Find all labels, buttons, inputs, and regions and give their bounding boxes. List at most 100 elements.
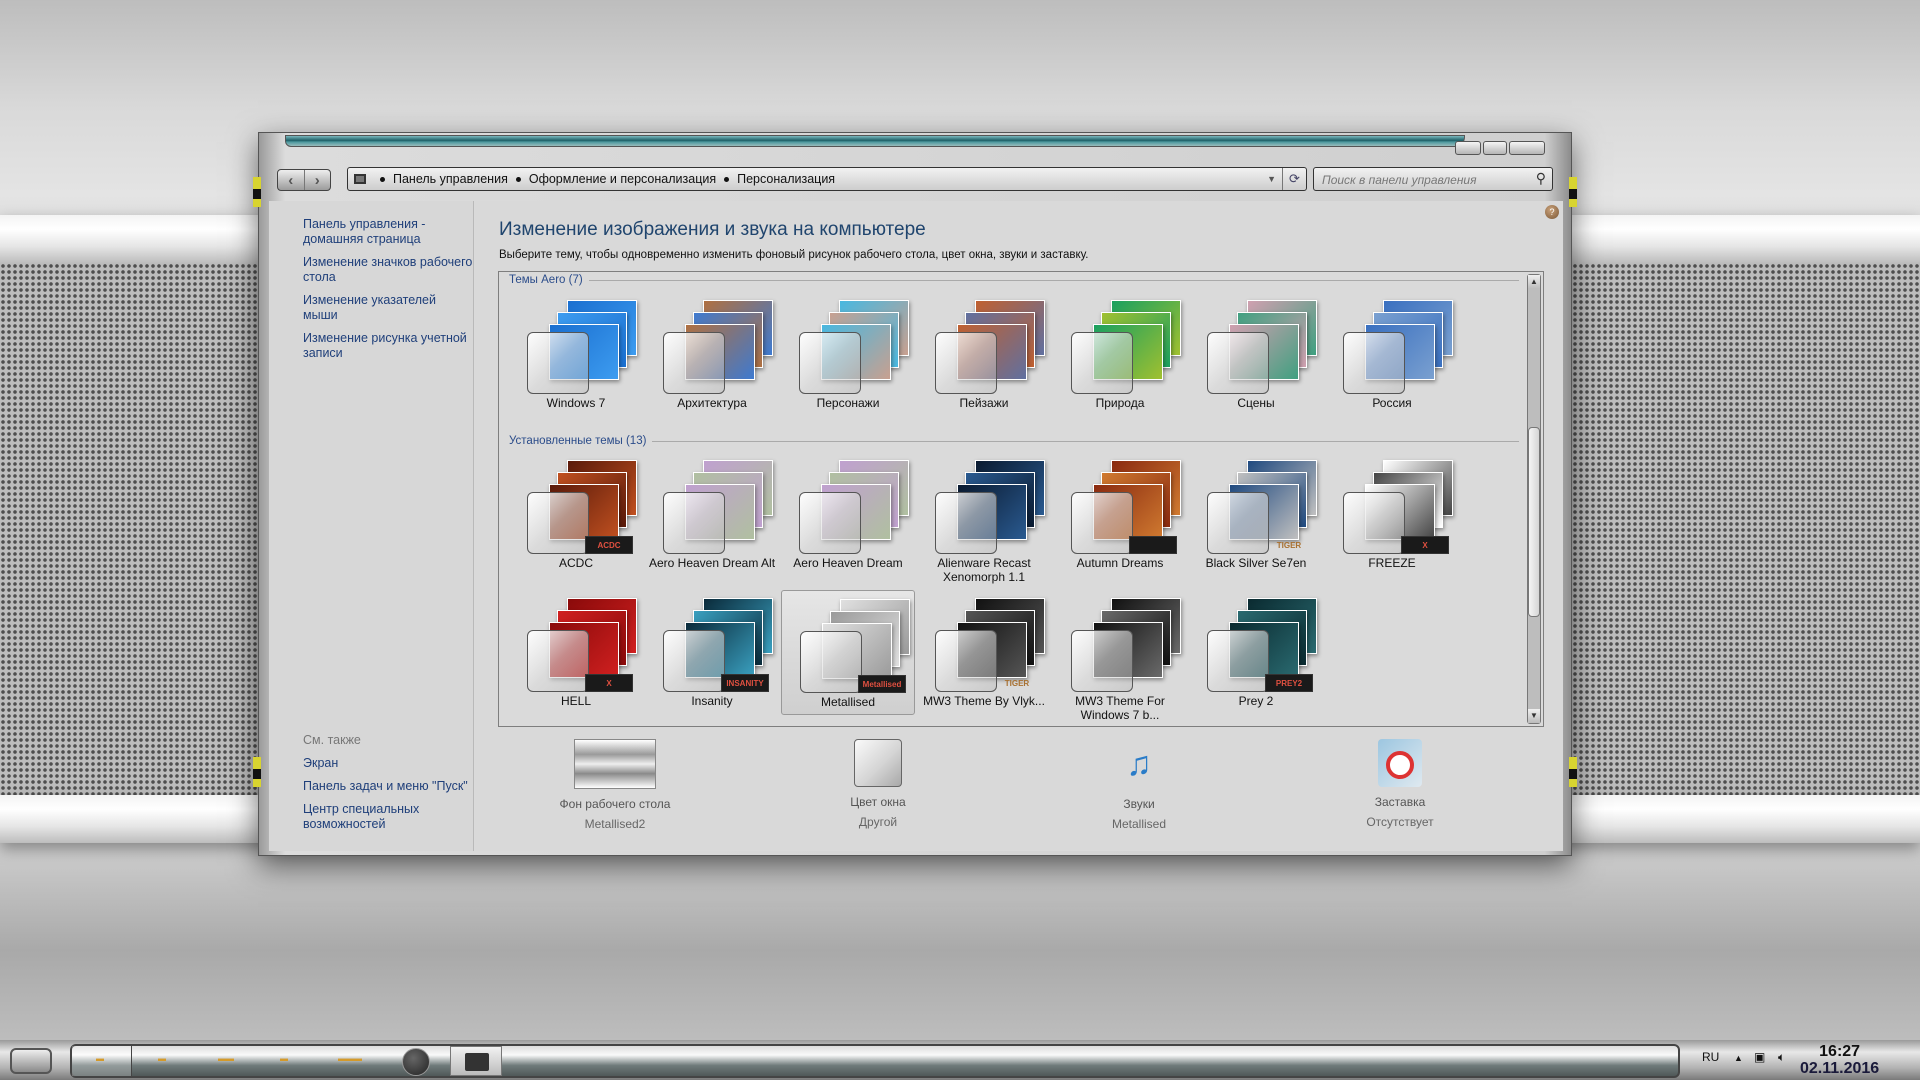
theme-name: Персонажи <box>816 396 880 410</box>
theme-name: Россия <box>1372 396 1412 410</box>
theme-badge: TIGER <box>1276 540 1302 550</box>
window-color-swatch <box>527 630 589 692</box>
breadcrumb-control-panel[interactable]: Панель управления <box>393 172 508 186</box>
theme-name: Metallised <box>820 695 876 709</box>
theme-item[interactable]: TIGER MW3 Theme By Vlyk... <box>917 590 1051 715</box>
taskbar-app-control-panel[interactable] <box>450 1046 502 1076</box>
clock-time: 16:27 <box>1819 1043 1861 1060</box>
close-button[interactable] <box>1509 141 1545 155</box>
theme-name: Aero Heaven Dream <box>793 556 903 570</box>
maximize-button[interactable] <box>1483 141 1507 155</box>
minimize-button[interactable] <box>1455 141 1481 155</box>
see-also-taskbar[interactable]: Панель задач и меню "Пуск" <box>303 779 473 794</box>
theme-item[interactable]: Alienware Recast Xenomorph 1.1 <box>917 452 1051 584</box>
back-button[interactable]: ‹ <box>278 170 304 190</box>
theme-item[interactable]: Aero Heaven Dream <box>781 452 915 577</box>
theme-preview: Metallised <box>800 599 910 693</box>
theme-name: HELL <box>560 694 592 708</box>
theme-item[interactable]: TIGER Black Silver Se7en <box>1189 452 1323 577</box>
sidebar-link-home[interactable]: Панель управления - домашняя страница <box>303 217 473 247</box>
theme-item[interactable]: X FREEZE <box>1325 452 1459 577</box>
help-icon[interactable]: ? <box>1545 205 1559 219</box>
window-color-swatch <box>935 630 997 692</box>
page-subtitle: Выберите тему, чтобы одновременно измени… <box>499 249 1089 261</box>
screensaver-setting[interactable]: Заставка Отсутствует <box>1310 739 1490 829</box>
theme-item[interactable]: Сцены <box>1189 292 1323 417</box>
nav-buttons: ‹ › <box>277 169 331 191</box>
theme-item[interactable]: MW3 Theme For Windows 7 b... <box>1053 590 1187 722</box>
sidebar: Панель управления - домашняя страница Из… <box>269 201 474 851</box>
theme-name: MW3 Theme By Vlyk... <box>923 694 1045 708</box>
theme-item[interactable]: Природа <box>1053 292 1187 417</box>
theme-item[interactable]: Персонажи <box>781 292 915 417</box>
control-panel-window: ‹ › Панель управления Оформление и персо… <box>253 132 1577 856</box>
search-icon[interactable]: ⚲ <box>1536 170 1546 187</box>
sounds-setting[interactable]: ♫ Звуки Metallised <box>1049 739 1229 831</box>
window-color-setting[interactable]: Цвет окна Другой <box>788 739 968 829</box>
theme-badge: TIGER <box>1004 678 1030 688</box>
sidebar-link-mouse-pointers[interactable]: Изменение указателей мыши <box>303 293 473 323</box>
tray-expand-icon[interactable]: ▲ <box>1734 1053 1743 1063</box>
see-also-heading: См. также <box>303 733 361 747</box>
theme-item[interactable]: ACDC ACDC <box>509 452 643 577</box>
scroll-up-icon[interactable]: ▲ <box>1528 275 1540 289</box>
search-input[interactable]: Поиск в панели управления ⚲ <box>1313 167 1553 191</box>
setting-value: Отсутствует <box>1366 815 1434 829</box>
theme-name: Insanity <box>691 694 733 708</box>
network-icon[interactable]: ▣ <box>1754 1050 1765 1064</box>
volume-icon[interactable]: 🔈︎ <box>1778 1050 1785 1065</box>
window-color-swatch <box>799 332 861 394</box>
breadcrumb-personalization[interactable]: Персонализация <box>737 172 835 186</box>
see-also-accessibility[interactable]: Центр специальных возможностей <box>303 802 473 832</box>
orb-icon[interactable] <box>402 1048 430 1076</box>
theme-preview <box>799 300 909 394</box>
theme-item[interactable]: Windows 7 <box>509 292 643 417</box>
sidebar-link-desktop-icons[interactable]: Изменение значков рабочего стола <box>303 255 473 285</box>
theme-item[interactable]: PREY2 Prey 2 <box>1189 590 1323 715</box>
theme-item[interactable]: Архитектура <box>645 292 779 417</box>
theme-list-scrollbar[interactable]: ▲ ▼ <box>1527 274 1541 724</box>
window-color-swatch <box>663 492 725 554</box>
quicklaunch-item[interactable]: ▬ <box>280 1054 288 1063</box>
breadcrumb-appearance[interactable]: Оформление и персонализация <box>529 172 716 186</box>
forward-button[interactable]: › <box>303 170 331 190</box>
window-color-swatch <box>1071 630 1133 692</box>
scroll-down-icon[interactable]: ▼ <box>1528 709 1540 723</box>
language-indicator[interactable]: RU <box>1702 1050 1719 1064</box>
address-dropdown-icon[interactable]: ▼ <box>1267 174 1276 184</box>
theme-item[interactable]: X HELL <box>509 590 643 715</box>
theme-name: Windows 7 <box>546 396 606 410</box>
title-glass-bar[interactable] <box>285 135 1465 147</box>
breadcrumb-item[interactable]: Панель управления <box>372 172 508 186</box>
start-button[interactable] <box>10 1048 52 1074</box>
breadcrumb-item[interactable]: Оформление и персонализация <box>508 172 716 186</box>
theme-item[interactable]: INSANITY Insanity <box>645 590 779 715</box>
theme-preview <box>1343 300 1453 394</box>
see-also-display[interactable]: Экран <box>303 756 473 771</box>
theme-preview: X <box>1343 460 1453 554</box>
window-color-swatch <box>799 492 861 554</box>
theme-preview: TIGER <box>1207 460 1317 554</box>
theme-name: MW3 Theme For Windows 7 b... <box>1075 694 1165 722</box>
sidebar-link-account-picture[interactable]: Изменение рисунка учетной записи <box>303 331 473 361</box>
theme-item[interactable]: Россия <box>1325 292 1459 417</box>
quicklaunch-item[interactable]: ▬▬ <box>218 1054 234 1063</box>
address-bar[interactable]: Панель управления Оформление и персонали… <box>347 167 1307 191</box>
desktop-background-setting[interactable]: Фон рабочего стола Metallised2 <box>525 739 705 831</box>
refresh-icon[interactable]: ⟳ <box>1282 168 1306 190</box>
sounds-icon: ♫ <box>1126 745 1152 783</box>
left-frame-stripe-bottom <box>253 757 261 787</box>
theme-item[interactable]: Autumn Dreams <box>1053 452 1187 577</box>
quicklaunch-item[interactable]: ▬ <box>158 1054 166 1063</box>
quicklaunch-item[interactable]: ▬▬▬ <box>338 1054 362 1063</box>
quicklaunch-item[interactable]: ▬ <box>96 1054 104 1063</box>
theme-name: ACDC <box>558 556 593 570</box>
theme-item[interactable]: Пейзажи <box>917 292 1051 417</box>
theme-preview <box>1071 300 1181 394</box>
breadcrumb-item[interactable]: Персонализация <box>716 172 835 186</box>
theme-item[interactable]: Aero Heaven Dream Alt <box>645 452 779 577</box>
theme-item[interactable]: Metallised Metallised <box>781 590 915 715</box>
screensaver-icon <box>1378 739 1422 787</box>
clock[interactable]: 16:27 02.11.2016 <box>1800 1043 1879 1077</box>
scroll-thumb[interactable] <box>1528 427 1540 617</box>
